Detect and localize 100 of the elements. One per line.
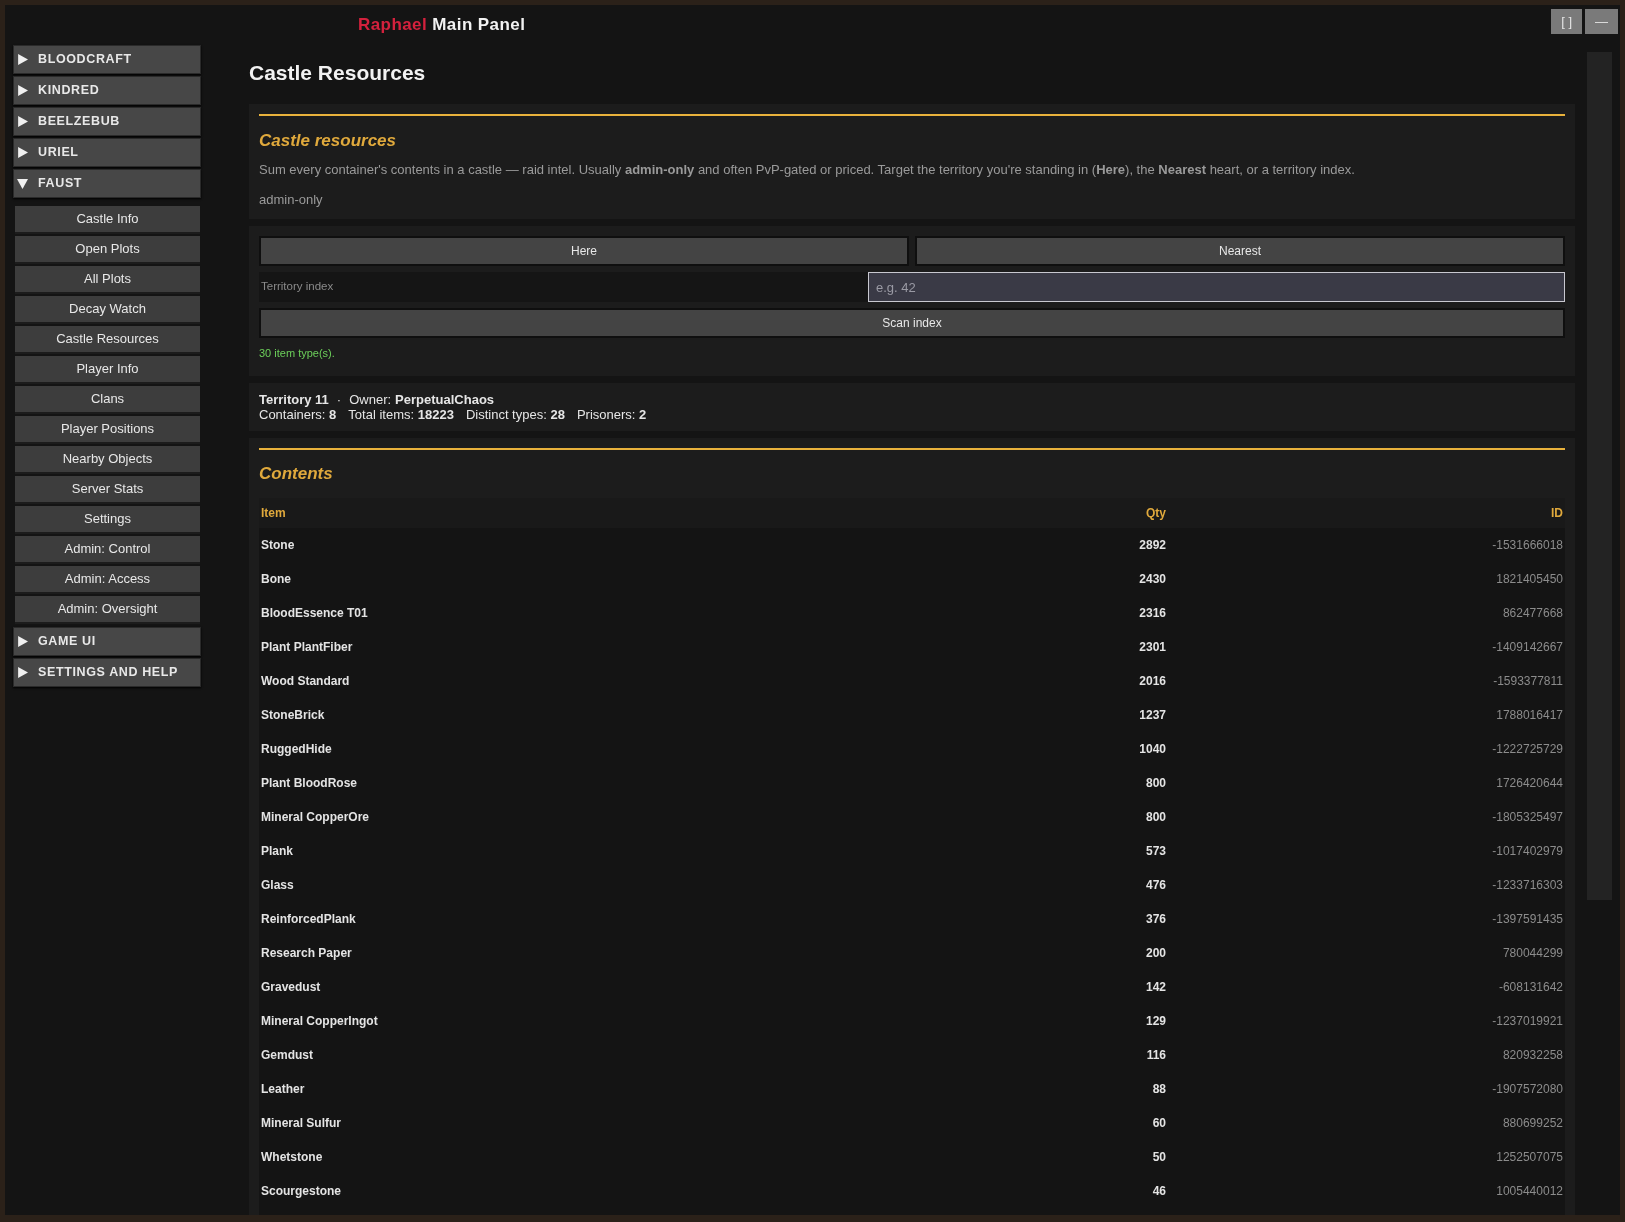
caret-right-icon <box>17 147 28 158</box>
table-cell-text: 2316 <box>1138 605 1166 622</box>
table-cell-text: Glass <box>261 877 295 894</box>
scan-index-button[interactable]: Scan index <box>259 308 1565 338</box>
table-cell-text: -1222725729 <box>1491 741 1563 758</box>
table-cell-text: 1821405450 <box>1495 571 1563 588</box>
table-cell-text: Research Paper <box>261 945 353 962</box>
table-cell-text: Scourgestone <box>261 1183 342 1200</box>
table-cell-text: Stone <box>261 537 296 554</box>
table-cell-text: 1788016417 <box>1495 707 1563 724</box>
status-text: 30 item type(s). <box>259 346 336 361</box>
sidebar-item[interactable]: Admin: Control <box>15 536 200 564</box>
sidebar-item[interactable]: Nearby Objects <box>15 446 200 474</box>
sidebar-section[interactable]: KINDRED <box>13 76 201 105</box>
stat-text: Prisoners: 2 <box>576 406 647 422</box>
sidebar-item[interactable]: Clans <box>15 386 200 414</box>
table-cell-text: StoneBrick <box>261 707 326 724</box>
table-cell-text: 573 <box>1144 843 1166 860</box>
maximize-button[interactable]: [ ] <box>1551 9 1582 34</box>
table-cell-text: -1593377811 <box>1492 673 1563 690</box>
table-cell-text: 116 <box>1145 1047 1166 1064</box>
table-cell-text: -608131642 <box>1497 979 1563 996</box>
sidebar-section[interactable]: FAUST <box>13 169 201 198</box>
sidebar-section[interactable]: BLOODCRAFT <box>13 45 201 74</box>
caret-right-icon <box>17 636 28 647</box>
caret-right-icon <box>17 85 28 96</box>
table-cell-text: Plant BloodRose <box>261 775 358 792</box>
caret-right-icon <box>17 667 28 678</box>
table-cell-text: -1409142667 <box>1491 639 1563 656</box>
section-heading: Castle resources <box>259 129 398 152</box>
table-cell-text: -1805325497 <box>1491 809 1563 826</box>
page-title: Castle Resources <box>249 60 427 86</box>
table-cell-text: 800 <box>1144 775 1166 792</box>
table-cell-text: ReinforcedPlank <box>261 911 357 928</box>
territory-index-field[interactable]: e.g. 42 <box>868 272 1565 302</box>
sidebar-item[interactable]: Admin: Oversight <box>15 596 200 624</box>
sidebar-item[interactable]: Open Plots <box>15 236 200 264</box>
table-cell-text: 142 <box>1144 979 1166 996</box>
table-cell-text: 1237 <box>1138 707 1166 724</box>
table-cell-text: Mineral CopperIngot <box>261 1013 379 1030</box>
table-cell-text: 1040 <box>1138 741 1166 758</box>
territory-name: Territory 11 <box>259 391 329 407</box>
table-cell-text: -1237019921 <box>1491 1013 1563 1030</box>
sidebar-item[interactable]: Castle Resources <box>15 326 200 354</box>
window-title: Raphael Main Panel <box>358 14 526 37</box>
caret-down-icon <box>17 178 28 189</box>
table-cell-text: Leather <box>261 1081 306 1098</box>
sidebar-item[interactable]: Decay Watch <box>15 296 200 324</box>
table-cell-text: 129 <box>1144 1013 1166 1030</box>
table-cell-text: -1017402979 <box>1491 843 1563 860</box>
sidebar-section[interactable]: URIEL <box>13 138 201 167</box>
nearest-button[interactable]: Nearest <box>915 236 1565 266</box>
sidebar-item[interactable]: Player Info <box>15 356 200 384</box>
table-cell-text: 2892 <box>1138 537 1166 554</box>
sidebar-section[interactable]: GAME UI <box>13 627 201 656</box>
table-cell-text: Gemdust <box>261 1047 314 1064</box>
table-cell-text: 880699252 <box>1501 1115 1563 1132</box>
stat-text: Total items: 18223 <box>348 406 454 422</box>
table-cell-text: Plant PlantFiber <box>261 639 354 656</box>
table-cell-text: 2430 <box>1138 571 1166 588</box>
table-cell-text: 46 <box>1151 1183 1166 1200</box>
table-cell-text: Bone <box>261 571 292 588</box>
stat-text: Containers: 8 <box>259 406 337 422</box>
table-cell-text: BloodEssence T01 <box>261 605 369 622</box>
sidebar-item[interactable]: Player Positions <box>15 416 200 444</box>
table-cell-text: 1252507075 <box>1495 1149 1563 1166</box>
table-cell-text: 88 <box>1151 1081 1166 1098</box>
table-cell-text: -1397591435 <box>1491 911 1563 928</box>
description-text: Sum every container's contents in a castle — raid intel. Usually admin-only and often PvP-gated or priced. Target the territory you're standing in (Here), the Nearest heart, or a territory index. <box>259 161 1356 179</box>
sidebar-section[interactable]: BEELZEBUB <box>13 107 201 136</box>
table-cell-text: 60 <box>1151 1115 1166 1132</box>
sidebar-item[interactable]: All Plots <box>15 266 200 294</box>
sidebar-item[interactable]: Castle Info <box>15 206 200 234</box>
separator-dot: · <box>336 391 342 407</box>
table-cell-text: -1531666018 <box>1491 537 1563 554</box>
owner-name: PerpetualChaos <box>395 391 495 407</box>
section-heading: Contents <box>259 462 334 485</box>
table-cell-text: 862477668 <box>1501 605 1563 622</box>
table-cell-text: Mineral Sulfur <box>261 1115 342 1132</box>
column-header: ID <box>1550 505 1563 522</box>
caret-right-icon <box>17 116 28 127</box>
stat-text: Distinct types: 28 <box>465 406 565 422</box>
table-cell-text: 820932258 <box>1501 1047 1563 1064</box>
table-cell-text: Plank <box>261 843 294 860</box>
table-cell-text: 2301 <box>1138 639 1166 656</box>
table-cell-text: Mineral CopperOre <box>261 809 371 826</box>
sidebar-item[interactable]: Admin: Access <box>15 566 200 594</box>
table-cell-text: -1233716303 <box>1491 877 1563 894</box>
sidebar-item[interactable]: Server Stats <box>15 476 200 504</box>
field-label: Territory index <box>260 279 335 294</box>
table-cell-text: 2016 <box>1138 673 1166 690</box>
here-button[interactable]: Here <box>259 236 909 266</box>
sidebar-section[interactable]: SETTINGS AND HELP <box>13 658 201 687</box>
caret-right-icon <box>17 54 28 65</box>
minimize-button[interactable]: — <box>1585 9 1618 34</box>
table-cell-text: Wood Standard <box>261 673 351 690</box>
sidebar-item[interactable]: Settings <box>15 506 200 534</box>
table-cell-text: Whetstone <box>261 1149 324 1166</box>
admin-only-label: admin-only <box>259 190 324 209</box>
table-cell-text: RuggedHide <box>261 741 333 758</box>
